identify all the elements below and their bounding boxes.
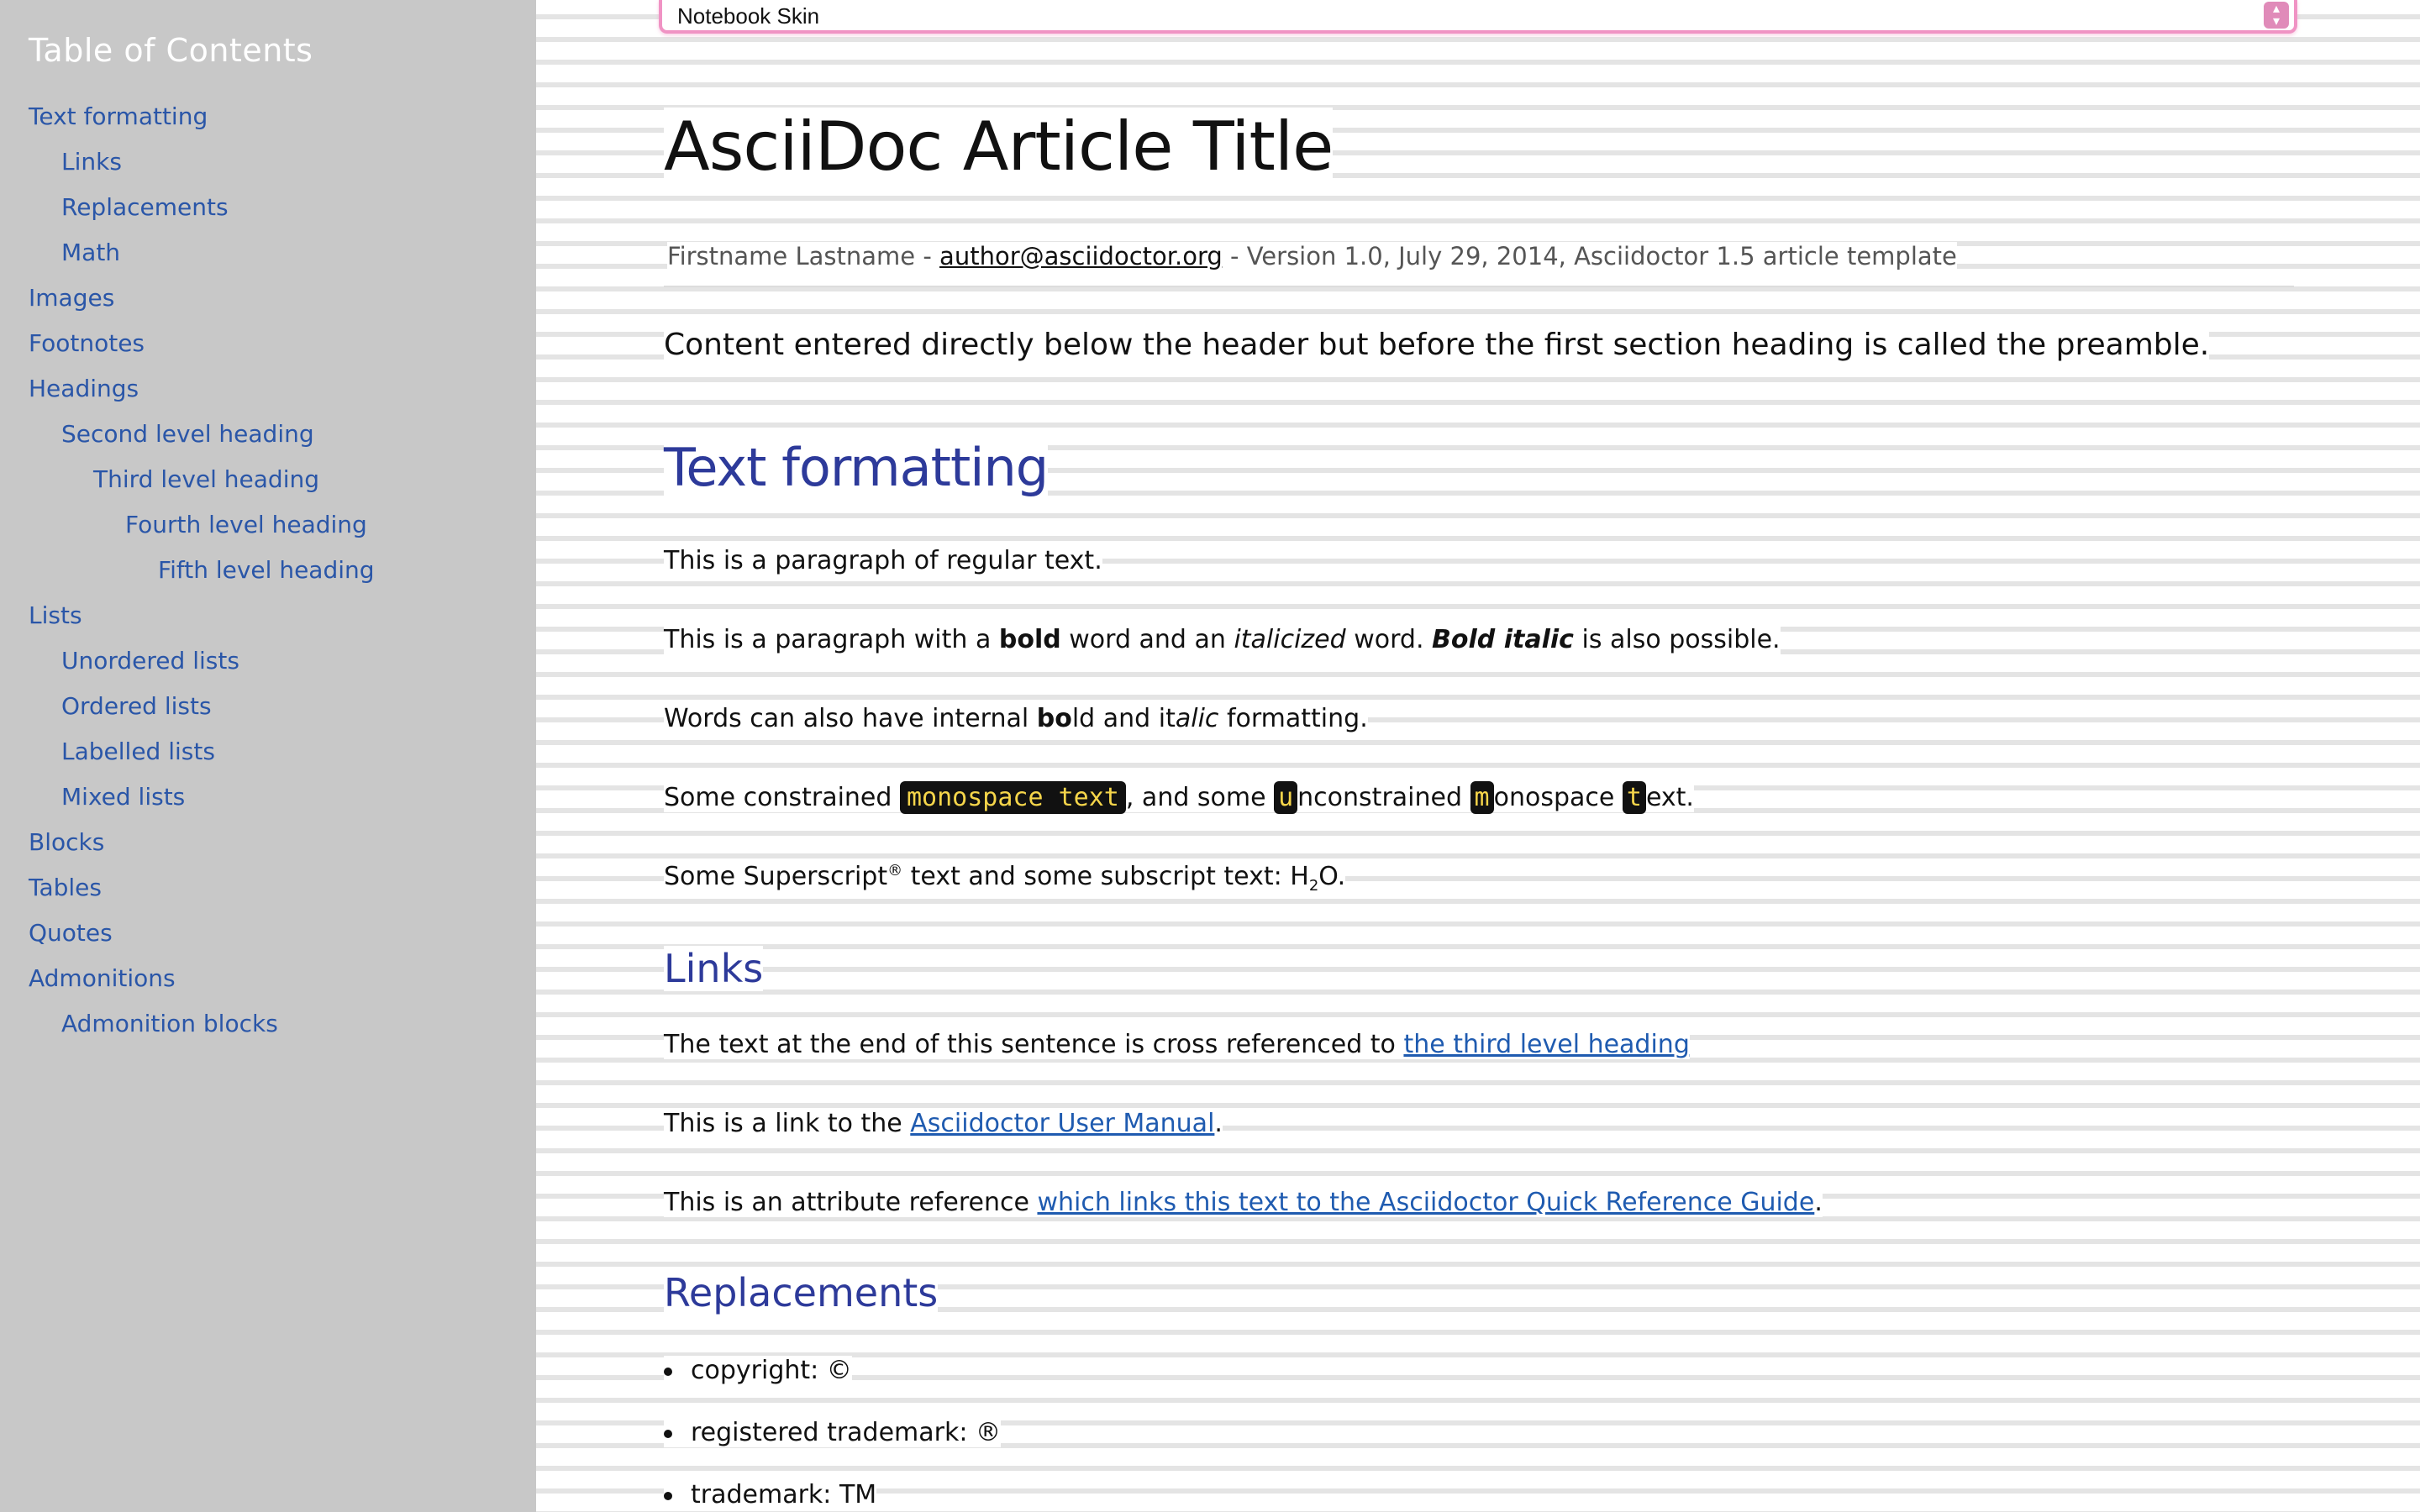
toc-item-math[interactable]: Math (61, 239, 120, 266)
toc-item-blocks[interactable]: Blocks (29, 828, 104, 856)
list-item-text: copyright: © (691, 1356, 852, 1385)
paragraph-internal-formatting: Words can also have internal bold and it… (664, 704, 1368, 733)
paragraph-bold-italic: This is a paragraph with a bold word and… (664, 625, 1781, 654)
text-run: text and some subscript text: H (902, 862, 1309, 891)
toc-item-mixed-lists[interactable]: Mixed lists (61, 783, 185, 811)
toc-item-second-level-heading[interactable]: Second level heading (61, 420, 314, 448)
bullet-icon (664, 1429, 672, 1438)
text-run: word. (1345, 625, 1433, 654)
paragraph-super-subscript: Some Superscript® text and some subscrip… (664, 862, 1346, 895)
text-run: and (1095, 704, 1159, 733)
paragraph-monospace: Some constrained monospace text, and som… (664, 781, 1694, 814)
toc-sidebar: Table of Contents Text formatting Links … (0, 0, 536, 1512)
italic-text: alic (1175, 704, 1219, 733)
text-run: it (1158, 704, 1176, 733)
toc-item-fourth-level-heading[interactable]: Fourth level heading (125, 511, 367, 538)
header-divider (664, 286, 2294, 287)
list-item-text: trademark: TM (691, 1480, 877, 1509)
author-name: Firstname Lastname (667, 242, 916, 270)
text-run: Some Superscript (664, 862, 888, 891)
monospace-text: monospace text (899, 781, 1126, 814)
bullet-icon (664, 1491, 672, 1500)
author-email-link[interactable]: author@asciidoctor.org (939, 242, 1223, 270)
skin-select[interactable]: Notebook Skin ▴ ▾ (659, 0, 2297, 34)
toc-item-ordered-lists[interactable]: Ordered lists (61, 692, 212, 720)
list-item-text: registered trademark: ® (691, 1418, 1002, 1447)
preamble: Content entered directly below the heade… (664, 328, 2210, 362)
section-heading-replacements: Replacements (664, 1270, 939, 1315)
toc-title: Table of Contents (29, 32, 313, 69)
paragraph-attribute-reference: This is an attribute reference which lin… (664, 1188, 1823, 1217)
page-title: AsciiDoc Article Title (664, 108, 1334, 186)
paragraph-regular: This is a paragraph of regular text. (664, 546, 1102, 575)
byline-separator: - (915, 242, 940, 270)
text-run: This is an attribute reference (664, 1188, 1038, 1217)
toc-item-fifth-level-heading[interactable]: Fifth level heading (158, 556, 375, 584)
text-run: onospace (1493, 783, 1623, 812)
toc-item-quotes[interactable]: Quotes (29, 919, 113, 947)
bold-italic-text: Bold italic (1432, 625, 1574, 654)
text-run: O. (1318, 862, 1346, 891)
user-manual-link[interactable]: Asciidoctor User Manual (910, 1109, 1214, 1138)
text-run: Some constrained (664, 783, 900, 812)
monospace-char: u (1274, 781, 1298, 814)
article-content: Notebook Skin ▴ ▾ AsciiDoc Article Title … (536, 0, 2420, 1512)
toc-item-unordered-lists[interactable]: Unordered lists (61, 647, 239, 675)
paragraph-external-link: This is a link to the Asciidoctor User M… (664, 1109, 1223, 1138)
text-run: formatting. (1218, 704, 1368, 733)
updown-chevron-icon[interactable]: ▴ ▾ (2264, 2, 2289, 29)
bold-text: bo (1036, 704, 1072, 733)
text-run: nconstrained (1297, 783, 1470, 812)
italic-text: italicized (1234, 625, 1346, 654)
text-run: word and an (1060, 625, 1234, 654)
toc-item-links[interactable]: Links (61, 148, 122, 176)
text-run: This is a paragraph with a (664, 625, 999, 654)
monospace-char: m (1470, 781, 1494, 814)
list-item: registered trademark: ® (664, 1418, 1002, 1447)
toc-item-headings[interactable]: Headings (29, 375, 139, 402)
text-run: . (1814, 1188, 1823, 1217)
toc-item-admonitions[interactable]: Admonitions (29, 964, 176, 992)
text-run: The text at the end of this sentence is … (664, 1030, 1404, 1059)
toc-item-lists[interactable]: Lists (29, 601, 82, 629)
monospace-char: t (1622, 781, 1646, 814)
section-heading-text-formatting: Text formatting (664, 437, 1049, 498)
revision-info: - Version 1.0, July 29, 2014, Asciidocto… (1222, 242, 1957, 270)
toc-item-labelled-lists[interactable]: Labelled lists (61, 738, 215, 765)
text-run: is also possible. (1573, 625, 1781, 654)
section-heading-links: Links (664, 946, 764, 991)
list-item: copyright: © (664, 1356, 852, 1385)
text-run: Words can also have internal (664, 704, 1037, 733)
text-run: . (1214, 1109, 1223, 1138)
toc-item-third-level-heading[interactable]: Third level heading (93, 465, 319, 493)
skin-select-value: Notebook Skin (677, 3, 820, 29)
text-run: , and some (1125, 783, 1275, 812)
toc-item-text-formatting[interactable]: Text formatting (29, 102, 208, 130)
superscript-text: ® (887, 862, 903, 879)
text-run: ext. (1645, 783, 1694, 812)
list-item: trademark: TM (664, 1480, 877, 1509)
bold-text: bold (998, 625, 1061, 654)
toc-item-tables[interactable]: Tables (29, 874, 102, 901)
text-run: ld (1071, 704, 1096, 733)
bullet-icon (664, 1367, 672, 1376)
xref-link[interactable]: the third level heading (1403, 1030, 1689, 1059)
toc-item-footnotes[interactable]: Footnotes (29, 329, 145, 357)
subscript-text: 2 (1308, 877, 1319, 895)
paragraph-cross-reference: The text at the end of this sentence is … (664, 1030, 1690, 1059)
toc-item-images[interactable]: Images (29, 284, 114, 312)
text-run: This is a link to the (664, 1109, 911, 1138)
quick-reference-link[interactable]: which links this text to the Asciidoctor… (1037, 1188, 1814, 1217)
toc-item-admonition-blocks[interactable]: Admonition blocks (61, 1010, 278, 1037)
author-byline: Firstname Lastname - author@asciidoctor.… (667, 242, 1957, 270)
toc-item-replacements[interactable]: Replacements (61, 193, 229, 221)
